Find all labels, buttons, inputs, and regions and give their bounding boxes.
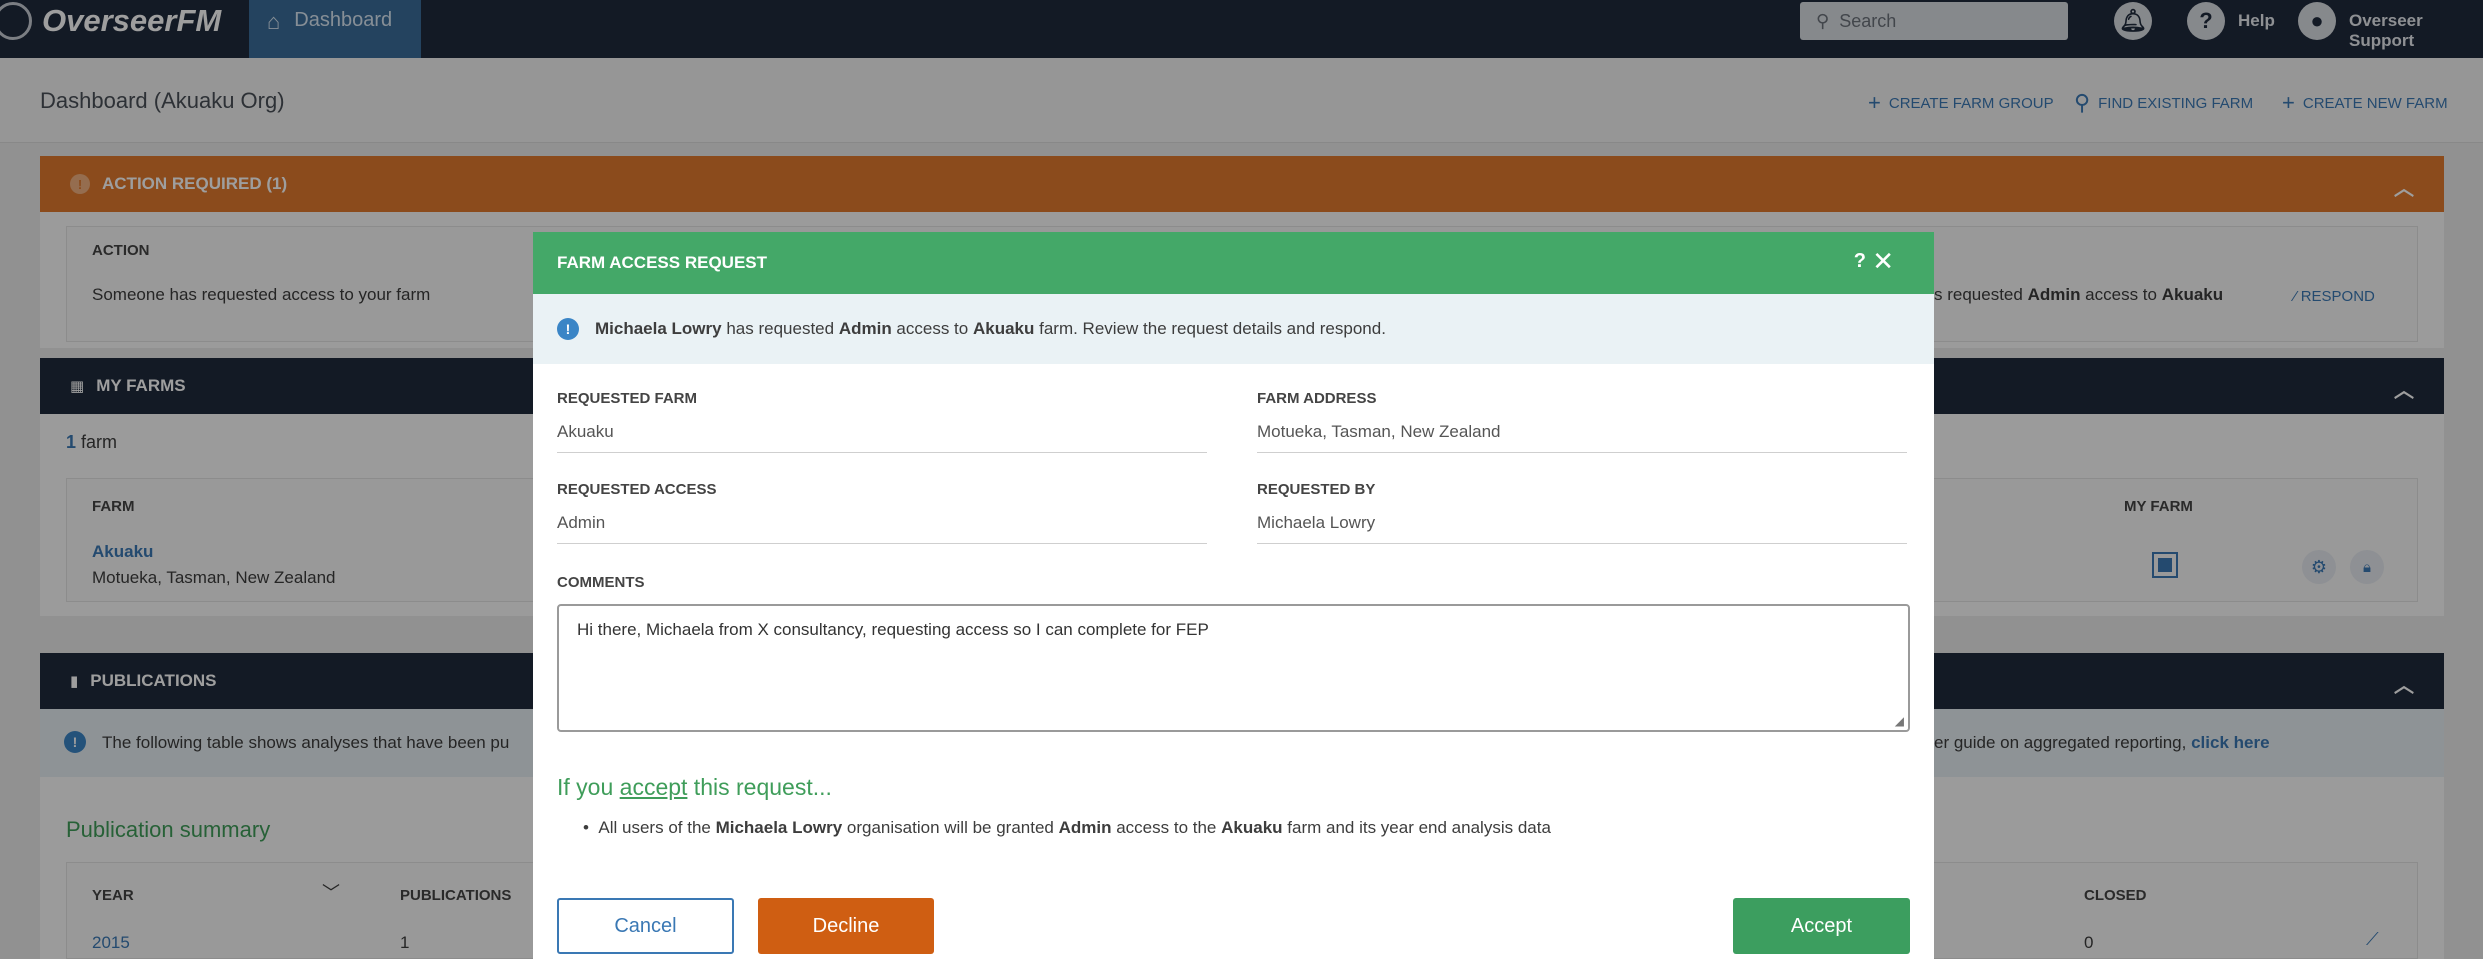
requested-access-value: Admin [557,513,1207,544]
bullet-org: Michaela Lowry [715,818,843,837]
info-end: farm. Review the request details and res… [1034,319,1386,338]
info-access: Admin [838,319,892,338]
accept-pre: If you [557,774,620,800]
bullet-end: farm and its year end analysis data [1282,818,1551,837]
accept-consequence-item: • All users of the Michaela Lowry organi… [583,818,1551,837]
info-mid2: access to [891,319,973,338]
request-info-banner: ! Michaela Lowry has requested Admin acc… [533,294,1934,364]
farm-access-request-modal: FARM ACCESS REQUEST ? ✕ ! Michaela Lowry… [533,232,1934,959]
info-icon: ! [557,318,579,340]
bullet-mid2: access to the [1111,818,1222,837]
cancel-button[interactable]: Cancel [557,898,734,954]
requested-access-label: REQUESTED ACCESS [557,481,717,498]
accept-consequence-title: If you accept this request... [557,774,832,801]
bullet-farm: Akuaku [1221,818,1283,837]
farm-address-value: Motueka, Tasman, New Zealand [1257,422,1907,453]
close-icon[interactable]: ✕ [1872,246,1894,277]
requested-by-label: REQUESTED BY [1257,481,1376,498]
help-icon[interactable]: ? [1854,250,1866,273]
modal-title: FARM ACCESS REQUEST [557,253,768,272]
resize-handle-icon[interactable]: ◢ [1895,714,1904,728]
requested-farm-value: Akuaku [557,422,1207,453]
request-info-text: Michaela Lowry has requested Admin acces… [595,319,1386,339]
comments-label: COMMENTS [557,574,645,591]
modal-header: FARM ACCESS REQUEST ? ✕ [533,232,1934,294]
bullet-mid1: organisation will be granted [842,818,1059,837]
farm-address-label: FARM ADDRESS [1257,390,1377,407]
comments-textarea[interactable]: Hi there, Michaela from X consultancy, r… [557,604,1910,732]
requested-farm-label: REQUESTED FARM [557,390,698,407]
info-farm: Akuaku [972,319,1035,338]
accept-word: accept [619,774,688,800]
requested-by-value: Michaela Lowry [1257,513,1907,544]
accept-post: this request... [687,774,832,800]
accept-button[interactable]: Accept [1733,898,1910,954]
info-user: Michaela Lowry [595,319,722,338]
decline-button[interactable]: Decline [758,898,934,954]
info-mid1: has requested [721,319,839,338]
bullet-pre: All users of the [598,818,716,837]
bullet-access: Admin [1058,818,1112,837]
comments-text: Hi there, Michaela from X consultancy, r… [577,620,1209,639]
